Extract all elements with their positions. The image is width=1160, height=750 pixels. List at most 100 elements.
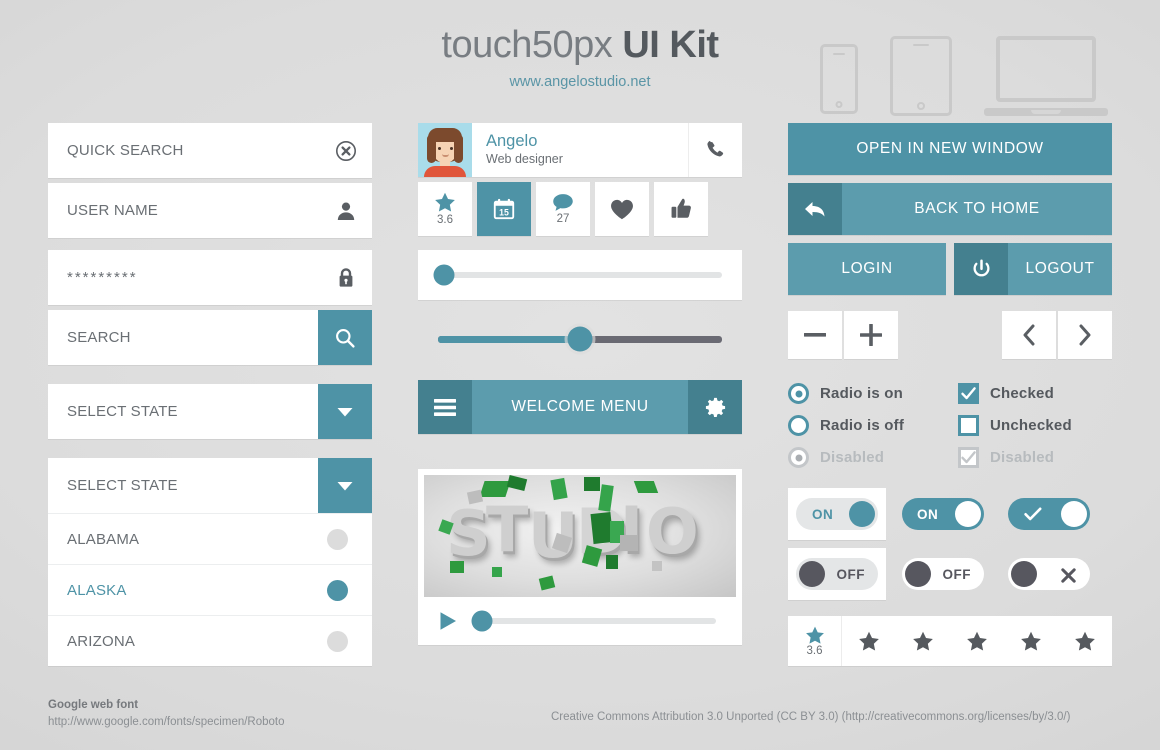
slider-track[interactable] <box>433 264 722 286</box>
play-icon[interactable] <box>424 610 472 632</box>
checkbox-unchecked[interactable]: Unchecked <box>958 415 1112 436</box>
phone-icon <box>820 44 858 114</box>
toggle-track[interactable]: ON <box>796 498 878 530</box>
password-field[interactable]: ********* <box>48 250 372 305</box>
radio-icon[interactable] <box>788 415 809 436</box>
toggle-off-white[interactable]: OFF <box>894 548 992 600</box>
search-icon <box>336 328 355 348</box>
slider-card[interactable] <box>418 250 742 300</box>
quick-search-field[interactable]: QUICK SEARCH <box>48 123 372 178</box>
toggle-knob[interactable] <box>799 561 825 587</box>
thumbs-up-action[interactable] <box>654 182 708 236</box>
like-action[interactable] <box>595 182 649 236</box>
list-item-radio[interactable] <box>327 528 348 550</box>
login-button[interactable]: LOGIN <box>788 243 946 295</box>
calendar-icon: 15 <box>493 198 515 220</box>
video-progress-track[interactable] <box>471 610 716 632</box>
rating-summary[interactable]: 3.6 <box>788 616 842 666</box>
radio-icon <box>788 447 809 468</box>
logout-button[interactable]: LOGOUT <box>954 243 1112 295</box>
toggle-on-check[interactable] <box>1000 488 1098 540</box>
stepper-row <box>788 311 1112 359</box>
toggle-row-off: OFF OFF <box>788 548 1112 600</box>
checkbox-icon[interactable] <box>958 383 979 404</box>
password-value: ********* <box>67 269 138 286</box>
welcome-menu-label[interactable]: WELCOME MENU <box>472 380 688 434</box>
slider-track[interactable] <box>438 326 722 352</box>
phone-icon[interactable] <box>688 123 742 177</box>
close-icon <box>1061 568 1076 588</box>
list-item-radio[interactable] <box>327 579 348 601</box>
toggle-track[interactable]: ON <box>902 498 984 530</box>
slider-handle[interactable] <box>567 326 593 352</box>
toggle-track[interactable]: OFF <box>902 558 984 590</box>
select-state-open-header[interactable]: SELECT STATE <box>48 458 372 513</box>
quick-search-label: QUICK SEARCH <box>67 142 184 159</box>
list-item[interactable]: ALASKA <box>48 564 372 615</box>
toggle-track[interactable]: OFF <box>796 558 878 590</box>
toggle-knob[interactable] <box>849 501 875 527</box>
radio-on[interactable]: Radio is on <box>788 383 958 404</box>
checkbox-disabled: Disabled <box>958 447 1112 468</box>
rating-action[interactable]: 3.6 <box>418 182 472 236</box>
toggle-knob[interactable] <box>1061 501 1087 527</box>
chevron-down-icon[interactable] <box>318 458 372 513</box>
toggle-knob[interactable] <box>1011 561 1037 587</box>
radio-icon[interactable] <box>788 383 809 404</box>
star-item[interactable] <box>842 616 896 666</box>
calendar-action[interactable]: 15 <box>477 182 531 236</box>
plus-button[interactable] <box>844 311 898 359</box>
rating-bar: 3.6 <box>788 616 1112 666</box>
search-field[interactable]: SEARCH <box>48 310 372 365</box>
back-arrow-icon[interactable] <box>788 183 842 235</box>
title-light: touch50px <box>441 24 613 66</box>
checkbox-checked[interactable]: Checked <box>958 383 1112 404</box>
star-item[interactable] <box>950 616 1004 666</box>
chevron-down-icon[interactable] <box>318 384 372 439</box>
star-icon <box>859 631 879 650</box>
device-icons <box>806 22 1108 116</box>
checkbox-icon[interactable] <box>958 415 979 436</box>
select-state-open: SELECT STATE ALABAMA ALASKA ARIZONA <box>48 458 372 666</box>
toggle-track[interactable] <box>1008 558 1090 590</box>
slider-secondary[interactable] <box>418 322 742 356</box>
power-icon[interactable] <box>954 243 1008 295</box>
user-name-field[interactable]: USER NAME <box>48 183 372 238</box>
list-item-radio[interactable] <box>327 630 348 652</box>
video-player-controls <box>424 597 736 645</box>
video-thumbnail[interactable]: S T U D I O <box>424 475 736 597</box>
hamburger-icon[interactable] <box>418 380 472 434</box>
toggle-off-boxed[interactable]: OFF <box>788 548 886 600</box>
search-button[interactable] <box>318 310 372 365</box>
clear-circle-icon[interactable] <box>320 140 372 162</box>
slider-handle[interactable] <box>433 264 455 286</box>
minus-button[interactable] <box>788 311 842 359</box>
open-new-window-button[interactable]: OPEN IN NEW WINDOW <box>788 123 1112 175</box>
list-item[interactable]: ALABAMA <box>48 513 372 564</box>
select-state-closed[interactable]: SELECT STATE <box>48 384 372 439</box>
prev-button[interactable] <box>1002 311 1056 359</box>
star-item[interactable] <box>1004 616 1058 666</box>
toggle-track[interactable] <box>1008 498 1090 530</box>
comment-action[interactable]: 27 <box>536 182 590 236</box>
footer-font-url[interactable]: http://www.google.com/fonts/specimen/Rob… <box>48 716 285 728</box>
toggle-knob[interactable] <box>955 501 981 527</box>
list-item-label: ALABAMA <box>67 530 140 548</box>
star-icon <box>913 631 933 650</box>
video-progress-handle[interactable] <box>471 610 493 632</box>
toggle-knob[interactable] <box>905 561 931 587</box>
toggle-on-boxed[interactable]: ON <box>788 488 886 540</box>
back-to-home-label: BACK TO HOME <box>842 183 1112 235</box>
star-item[interactable] <box>1058 616 1112 666</box>
toggle-on-teal[interactable]: ON <box>894 488 992 540</box>
next-button[interactable] <box>1058 311 1112 359</box>
radio-off[interactable]: Radio is off <box>788 415 958 436</box>
star-item[interactable] <box>896 616 950 666</box>
list-item-label: ALASKA <box>67 581 127 599</box>
list-item[interactable]: ARIZONA <box>48 615 372 666</box>
toggle-label: OFF <box>836 566 865 582</box>
gear-icon[interactable] <box>688 380 742 434</box>
toggle-off-close[interactable] <box>1000 548 1098 600</box>
back-to-home-button[interactable]: BACK TO HOME <box>788 183 1112 235</box>
radio-on-label: Radio is on <box>820 385 904 402</box>
